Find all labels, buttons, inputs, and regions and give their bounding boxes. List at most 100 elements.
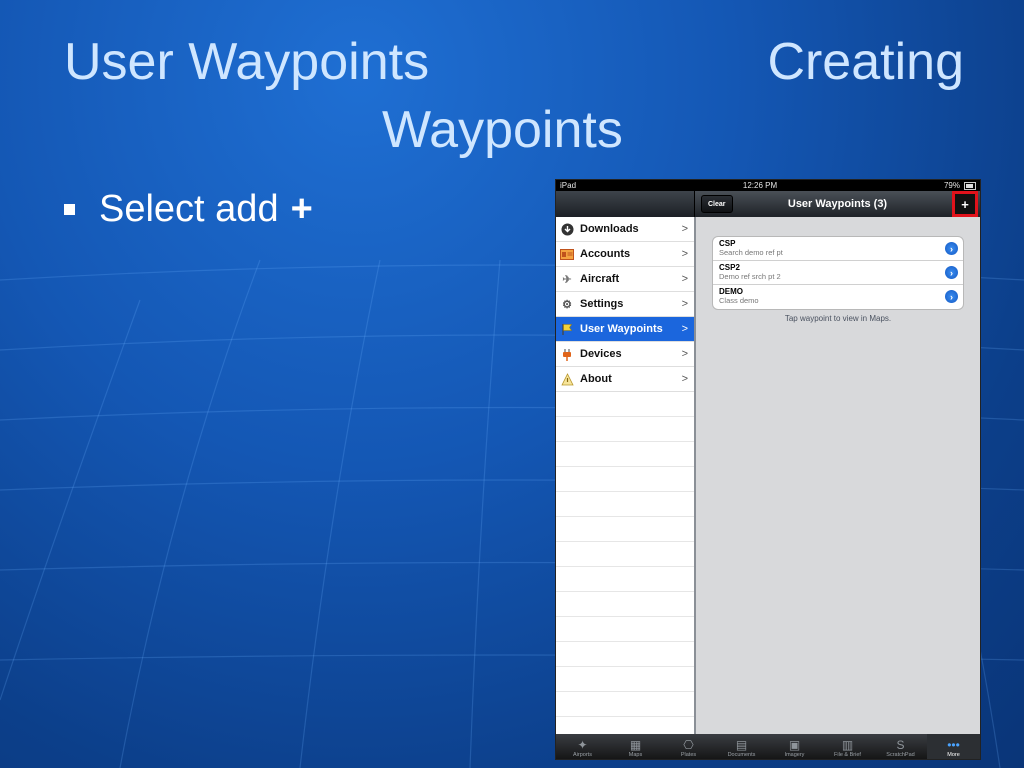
chevron-right-icon: > — [681, 298, 688, 310]
status-time: 12:26 PM — [742, 181, 778, 190]
tab-airports[interactable]: ✦ Airports — [556, 734, 609, 759]
title-right: Creating — [767, 33, 964, 91]
plug-icon — [560, 347, 574, 361]
waypoint-desc: Search demo ref pt — [719, 248, 783, 257]
battery-percent: 79% — [943, 181, 960, 190]
sidebar-item-label: Devices — [580, 348, 622, 360]
bullet-item: Select add + — [64, 188, 313, 231]
download-icon — [560, 222, 574, 236]
airport-icon: ✦ — [577, 738, 588, 752]
info-icon — [560, 372, 574, 386]
status-bar: iPad 12:26 PM 79% — [556, 180, 980, 191]
sidebar-empty-row — [556, 642, 694, 667]
scratchpad-icon: S — [896, 738, 905, 752]
tab-plates[interactable]: ⎔ Plates — [662, 734, 715, 759]
sidebar-item-label: Accounts — [580, 248, 631, 260]
add-waypoint-button[interactable]: + — [952, 191, 978, 217]
waypoint-name: CSP2 — [719, 263, 740, 272]
sidebar-item-about[interactable]: About > — [556, 367, 694, 392]
sidebar-item-accounts[interactable]: Accounts > — [556, 242, 694, 267]
clear-button[interactable]: Clear — [701, 195, 733, 213]
tab-label: Airports — [573, 752, 592, 758]
id-card-icon — [560, 247, 574, 261]
tab-label: More — [947, 752, 960, 758]
battery-icon — [964, 181, 976, 190]
tab-label: Maps — [628, 752, 643, 758]
tab-more[interactable]: ••• More — [927, 734, 980, 759]
waypoint-row-csp2[interactable]: CSP2 Demo ref srch pt 2 › — [713, 261, 963, 285]
sidebar-empty-row — [556, 492, 694, 517]
top-bars: Clear User Waypoints (3) + — [556, 191, 980, 217]
sidebar-empty-row — [556, 567, 694, 592]
sidebar-item-label: Downloads — [580, 223, 639, 235]
sidebar-item-user-waypoints[interactable]: User Waypoints > — [556, 317, 694, 342]
chevron-right-icon: > — [681, 373, 688, 385]
bullet-plus: + — [290, 188, 313, 230]
sidebar: Downloads > Accounts > ✈ Aircraft > ⚙ Se… — [556, 217, 696, 734]
tab-scratchpad[interactable]: S ScratchPad — [874, 734, 927, 759]
content-area: Downloads > Accounts > ✈ Aircraft > ⚙ Se… — [556, 217, 980, 734]
sidebar-empty-row — [556, 617, 694, 642]
sidebar-item-label: About — [580, 373, 612, 385]
sidebar-item-label: User Waypoints — [580, 323, 663, 335]
imagery-icon: ▣ — [788, 738, 801, 752]
tab-label: File & Brief — [834, 752, 861, 758]
sidebar-item-devices[interactable]: Devices > — [556, 342, 694, 367]
chevron-right-icon: > — [681, 348, 688, 360]
tab-label: Imagery — [784, 752, 805, 758]
tab-label: ScratchPad — [886, 752, 915, 758]
title-left: User Waypoints — [64, 33, 430, 91]
waypoint-row-demo[interactable]: DEMO Class demo › — [713, 285, 963, 309]
sidebar-item-label: Aircraft — [580, 273, 620, 285]
sidebar-item-settings[interactable]: ⚙ Settings > — [556, 292, 694, 317]
sidebar-empty-row — [556, 392, 694, 417]
tab-documents[interactable]: ▤ Documents — [715, 734, 768, 759]
tab-file-brief[interactable]: ▥ File & Brief — [821, 734, 874, 759]
bullet-text: Select add — [99, 188, 279, 230]
waypoint-name: DEMO — [719, 287, 743, 296]
map-icon: ▦ — [629, 738, 642, 752]
tab-imagery[interactable]: ▣ Imagery — [768, 734, 821, 759]
gear-icon: ⚙ — [562, 298, 572, 311]
tab-maps[interactable]: ▦ Maps — [609, 734, 662, 759]
tab-label: Plates — [680, 752, 697, 758]
waypoint-row-csp[interactable]: CSP Search demo ref pt › — [713, 237, 963, 261]
sidebar-item-aircraft[interactable]: ✈ Aircraft > — [556, 267, 694, 292]
documents-icon: ▤ — [735, 738, 748, 752]
sidebar-empty-row — [556, 542, 694, 567]
chevron-right-icon: > — [681, 248, 688, 260]
ipad-screenshot: iPad 12:26 PM 79% Clear User Waypoints (… — [555, 179, 981, 760]
sidebar-empty-row — [556, 592, 694, 617]
hint-text: Tap waypoint to view in Maps. — [784, 314, 892, 323]
status-device: iPad — [560, 181, 577, 190]
waypoint-list: CSP Search demo ref pt › CSP2 Demo ref s… — [712, 236, 964, 310]
disclosure-icon[interactable]: › — [945, 242, 958, 255]
chevron-right-icon: > — [681, 223, 688, 235]
tab-bar: ✦ Airports ▦ Maps ⎔ Plates ▤ Documents ▣… — [556, 734, 980, 759]
sidebar-empty-row — [556, 442, 694, 467]
sidebar-item-downloads[interactable]: Downloads > — [556, 217, 694, 242]
nav-bar: Clear User Waypoints (3) + — [695, 191, 980, 217]
sidebar-empty-row — [556, 667, 694, 692]
chevron-right-icon: > — [681, 323, 688, 335]
sidebar-empty-row — [556, 517, 694, 542]
waypoint-desc: Demo ref srch pt 2 — [719, 272, 781, 281]
flag-icon — [560, 322, 574, 336]
title-line2: Waypoints — [382, 101, 623, 159]
sidebar-empty-row — [556, 417, 694, 442]
chevron-right-icon: > — [681, 273, 688, 285]
more-icon: ••• — [947, 738, 960, 752]
sidebar-empty-row — [556, 692, 694, 717]
disclosure-icon[interactable]: › — [945, 290, 958, 303]
tab-label: Documents — [727, 752, 756, 758]
file-brief-icon: ▥ — [841, 738, 854, 752]
sidebar-item-label: Settings — [580, 298, 624, 310]
sidebar-empty-row — [556, 467, 694, 492]
waypoint-desc: Class demo — [719, 296, 759, 305]
slide-title: User Waypoints Creating Waypoints — [64, 28, 964, 164]
disclosure-icon[interactable]: › — [945, 266, 958, 279]
bullet-square-icon — [64, 204, 75, 215]
sidebar-header — [556, 191, 695, 217]
status-right: 79% — [944, 181, 976, 190]
airplane-icon: ✈ — [562, 273, 572, 286]
